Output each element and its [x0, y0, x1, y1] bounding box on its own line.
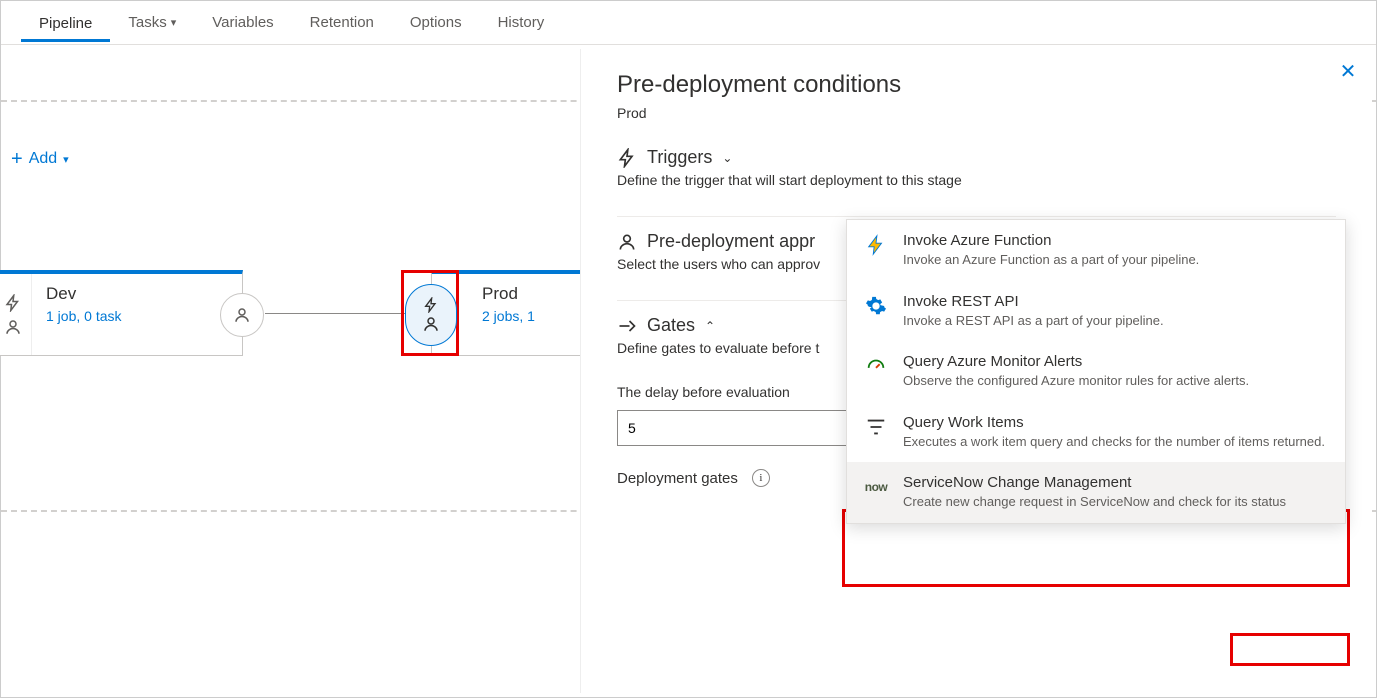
- gate-icon: [617, 316, 637, 336]
- stage-title: Dev: [46, 284, 122, 304]
- person-icon: [4, 318, 22, 336]
- info-icon[interactable]: i: [752, 469, 770, 487]
- gate-option-servicenow[interactable]: now ServiceNow Change Management Create n…: [847, 462, 1345, 523]
- pipeline-tabbar: Pipeline Tasks ▾ Variables Retention Opti…: [1, 1, 1376, 45]
- tab-label: Variables: [212, 14, 273, 31]
- gear-icon: [863, 293, 889, 319]
- option-desc: Create new change request in ServiceNow …: [903, 493, 1329, 511]
- panel-stage: Prod: [617, 105, 1336, 121]
- stage-dev-post[interactable]: [220, 293, 264, 337]
- gauge-icon: [863, 353, 889, 379]
- gate-option-query-work-items[interactable]: Query Work Items Executes a work item que…: [847, 402, 1345, 463]
- section-desc: Define the trigger that will start deplo…: [617, 172, 1336, 188]
- triggers-section-header[interactable]: Triggers ⌄: [617, 147, 1336, 168]
- stage-jobs-link[interactable]: 2 jobs, 1: [482, 308, 535, 324]
- stage-jobs-link[interactable]: 1 job, 0 task: [46, 308, 122, 324]
- gate-option-invoke-azure-function[interactable]: Invoke Azure Function Invoke an Azure Fun…: [847, 220, 1345, 281]
- lightning-icon: [4, 294, 22, 312]
- option-desc: Executes a work item query and checks fo…: [903, 433, 1329, 451]
- gate-option-invoke-rest-api[interactable]: Invoke REST API Invoke a REST API as a pa…: [847, 281, 1345, 342]
- panel-title: Pre-deployment conditions: [617, 71, 1336, 99]
- section-label: Triggers: [647, 147, 712, 168]
- person-icon: [233, 306, 251, 324]
- tab-label: Options: [410, 14, 462, 31]
- tab-label: Tasks: [128, 14, 166, 31]
- stage-dev[interactable]: Dev 1 job, 0 task: [0, 270, 243, 356]
- section-label: Gates: [647, 315, 695, 336]
- deployment-gates-label: Deployment gates: [617, 470, 738, 487]
- tab-options[interactable]: Options: [392, 4, 480, 41]
- option-desc: Observe the configured Azure monitor rul…: [903, 372, 1329, 390]
- add-stage-button[interactable]: + Add ▾: [1, 145, 79, 173]
- tab-label: Retention: [310, 14, 374, 31]
- filter-icon: [863, 414, 889, 440]
- tab-variables[interactable]: Variables: [194, 4, 291, 41]
- lightning-icon: [423, 297, 439, 313]
- tab-history[interactable]: History: [480, 4, 563, 41]
- stage-connector: [265, 313, 425, 314]
- option-title: Query Work Items: [903, 414, 1329, 431]
- close-button[interactable]: ✕: [1334, 57, 1362, 85]
- chevron-down-icon: ▾: [63, 153, 69, 166]
- section-label: Pre-deployment appr: [647, 231, 815, 252]
- option-title: ServiceNow Change Management: [903, 474, 1329, 491]
- tab-label: History: [498, 14, 545, 31]
- tab-tasks[interactable]: Tasks ▾: [110, 4, 194, 41]
- gate-type-dropdown: Invoke Azure Function Invoke an Azure Fun…: [846, 219, 1346, 524]
- tab-label: Pipeline: [39, 15, 92, 32]
- lightning-icon: [863, 232, 889, 258]
- tab-pipeline[interactable]: Pipeline: [21, 5, 110, 42]
- add-label: Add: [29, 150, 57, 168]
- option-title: Query Azure Monitor Alerts: [903, 353, 1329, 370]
- plus-icon: +: [11, 149, 23, 169]
- option-title: Invoke REST API: [903, 293, 1329, 310]
- stage-dev-pre[interactable]: [0, 274, 32, 355]
- option-desc: Invoke an Azure Function as a part of yo…: [903, 251, 1329, 269]
- option-title: Invoke Azure Function: [903, 232, 1329, 249]
- tab-retention[interactable]: Retention: [292, 4, 392, 41]
- chevron-up-icon: ⌃: [705, 319, 715, 333]
- stage-prod-pre[interactable]: [405, 284, 457, 346]
- person-icon: [617, 232, 637, 252]
- divider: [617, 216, 1336, 217]
- stage-title: Prod: [482, 284, 535, 304]
- person-icon: [422, 315, 440, 333]
- servicenow-icon: now: [863, 474, 889, 500]
- lightning-icon: [617, 148, 637, 168]
- gate-option-query-monitor-alerts[interactable]: Query Azure Monitor Alerts Observe the co…: [847, 341, 1345, 402]
- chevron-down-icon: ▾: [171, 16, 177, 29]
- option-desc: Invoke a REST API as a part of your pipe…: [903, 312, 1329, 330]
- chevron-down-icon: ⌄: [722, 151, 732, 165]
